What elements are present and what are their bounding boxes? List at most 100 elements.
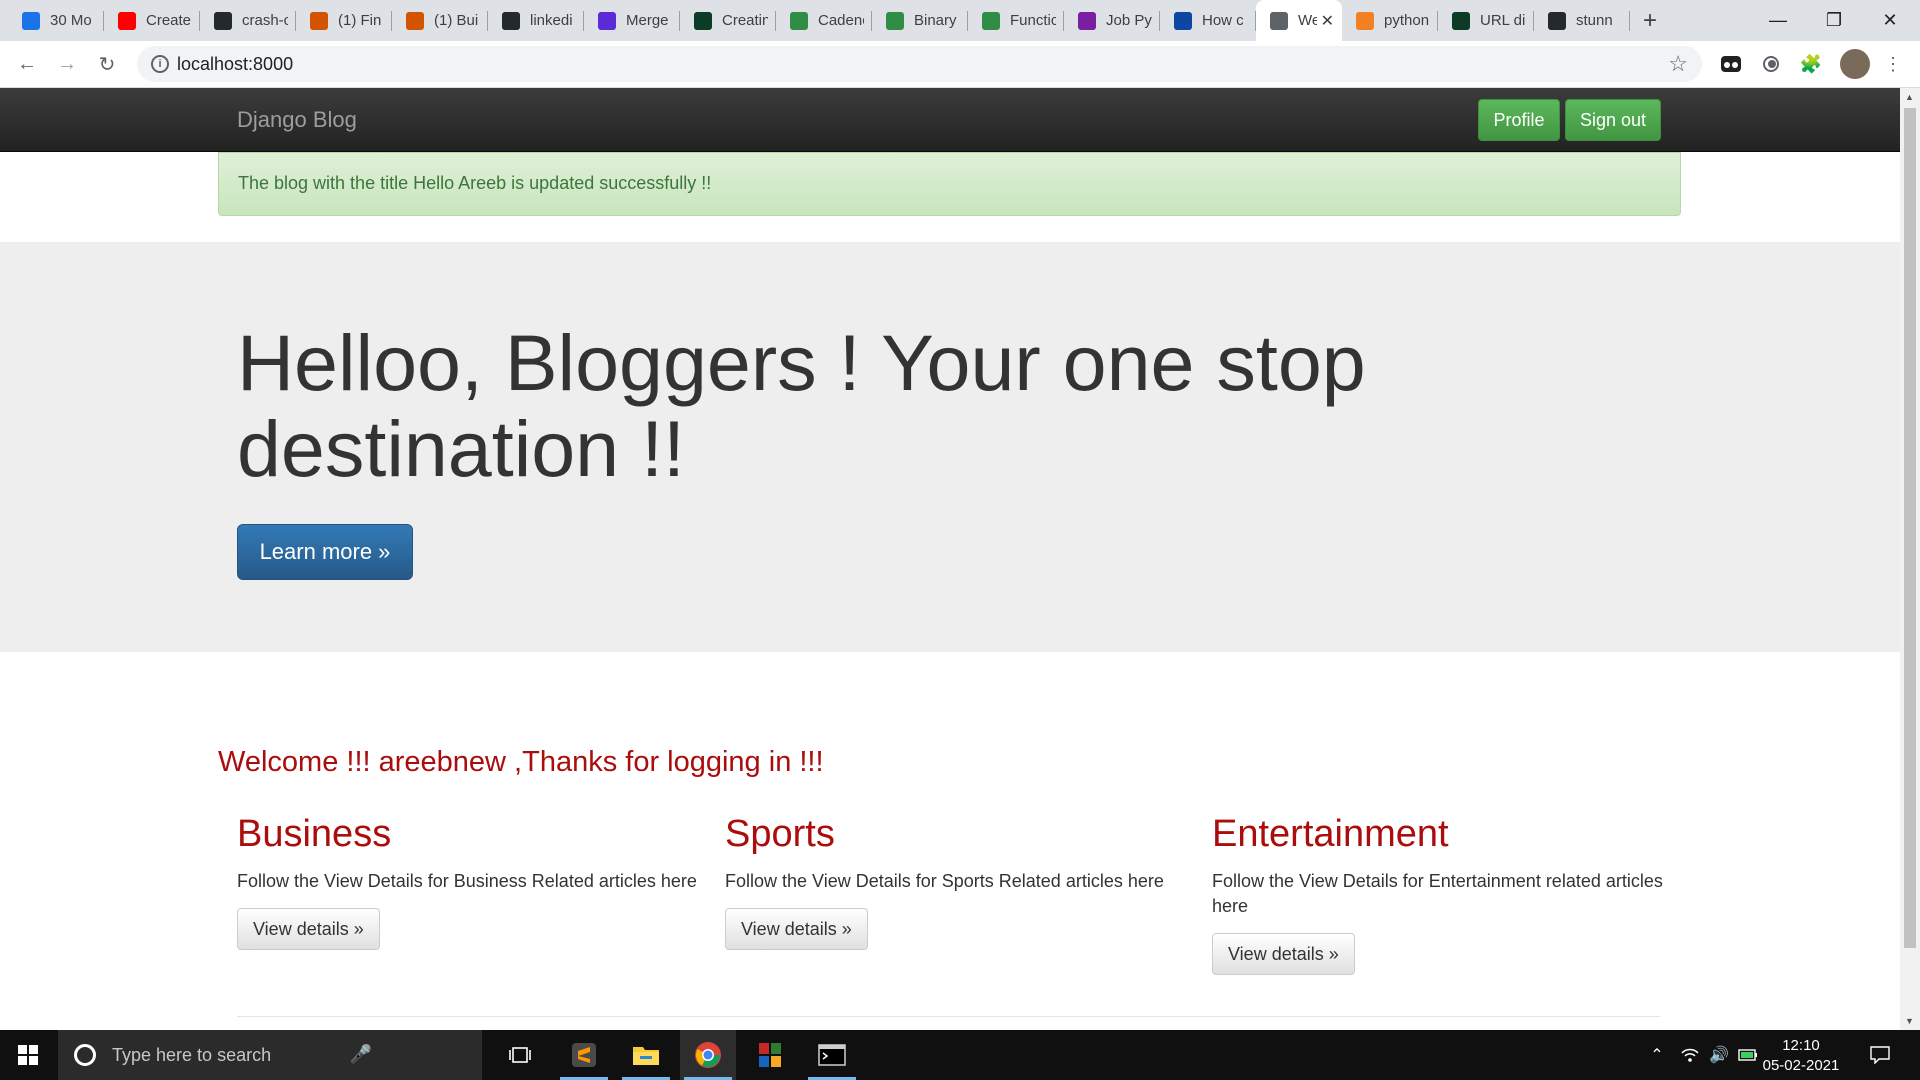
section-description: Follow the View Details for Business Rel… [237, 871, 697, 891]
dj-icon [694, 11, 712, 30]
section-title: Business [237, 813, 392, 855]
browser-tab[interactable]: 30 Mo [8, 0, 104, 41]
gfg-icon [982, 11, 1000, 30]
browser-tab[interactable]: We ✕ [1256, 0, 1342, 41]
forward-arrow-icon[interactable]: → [52, 49, 82, 79]
back-arrow-icon[interactable]: ← [12, 49, 42, 79]
site-info-icon[interactable]: i [151, 55, 169, 73]
windows-logo-icon [18, 1045, 38, 1065]
extension-icon[interactable] [1718, 51, 1744, 77]
scrollbar-thumb[interactable] [1904, 108, 1916, 948]
clock-time: 12:10 [1782, 1037, 1820, 1054]
tab-title: We [1298, 12, 1317, 29]
welcome-message: Welcome !!! areebnew ,Thanks for logging… [218, 746, 824, 778]
scroll-down-icon[interactable]: ▼ [1905, 1016, 1914, 1026]
cortana-icon [74, 1044, 96, 1066]
profile-button[interactable]: Profile [1478, 99, 1560, 141]
section-description: Follow the View Details for Entertainmen… [1212, 871, 1663, 916]
terminal-icon[interactable] [804, 1030, 860, 1080]
file-explorer-icon[interactable] [618, 1030, 674, 1080]
tab-title: stunn [1576, 12, 1613, 29]
tab-title: Merge [626, 12, 669, 29]
github-icon [214, 11, 232, 30]
browser-tab[interactable]: stunn [1534, 0, 1630, 41]
tab-title: Create [146, 12, 192, 29]
browser-tab[interactable]: Job Pyt [1064, 0, 1160, 41]
taskbar-search[interactable]: Type here to search 🎤 [58, 1030, 482, 1080]
site-brand[interactable]: Django Blog [237, 107, 357, 133]
browser-tab[interactable]: crash-c [200, 0, 296, 41]
wifi-icon[interactable] [1677, 1030, 1703, 1080]
browser-tab[interactable]: URL di [1438, 0, 1534, 41]
scroll-up-icon[interactable]: ▲ [1905, 92, 1914, 102]
browser-tab[interactable]: Creatin [680, 0, 776, 41]
address-bar[interactable]: i localhost:8000 ☆ [137, 46, 1702, 82]
tab-title: Creatin [722, 12, 768, 29]
taskbar-clock[interactable]: 12:10 05-02-2021 [1760, 1036, 1842, 1076]
browser-toolbar: ← → ↻ i localhost:8000 ☆ 🧩 ⋮ [0, 41, 1920, 88]
close-tab-icon[interactable]: ✕ [1321, 11, 1334, 31]
page-scrollbar[interactable]: ▲ ▼ [1900, 88, 1920, 1030]
browser-tab[interactable]: Cadenc [776, 0, 872, 41]
bookmark-star-icon[interactable]: ☆ [1668, 51, 1688, 77]
browser-tab[interactable]: Binary [872, 0, 968, 41]
windows-taskbar: Type here to search 🎤 ⌃ 🔊 12:10 05-02-20… [0, 1030, 1920, 1080]
browser-tab[interactable]: Create [104, 0, 200, 41]
url-text: localhost:8000 [177, 54, 294, 74]
tab-title: linkedi [530, 12, 573, 29]
stackoverflow-icon [1356, 11, 1374, 30]
show-hidden-icons-chevron-icon[interactable]: ⌃ [1645, 1030, 1669, 1080]
minimize-icon[interactable]: — [1750, 0, 1806, 41]
battery-icon[interactable] [1736, 1030, 1760, 1080]
view-details-button[interactable]: View details » [237, 908, 380, 950]
browser-tab[interactable]: Merge [584, 0, 680, 41]
gfg-icon [886, 11, 904, 30]
tab-title: (1) Bui [434, 12, 479, 29]
dj-icon [1452, 11, 1470, 30]
volume-icon[interactable]: 🔊 [1706, 1030, 1732, 1080]
jumbotron: Helloo, Bloggers ! Your one stop destina… [0, 242, 1900, 652]
learn-more-button[interactable]: Learn more » [237, 524, 413, 580]
tab-title: Job Pyt [1106, 12, 1152, 29]
tab-title: crash-c [242, 12, 288, 29]
divider [237, 1016, 1660, 1017]
youtube-icon [118, 11, 136, 30]
close-window-icon[interactable]: ✕ [1862, 0, 1918, 41]
chrome-icon[interactable] [680, 1030, 736, 1080]
task-view-icon[interactable] [492, 1030, 548, 1080]
browser-tab[interactable]: Functic [968, 0, 1064, 41]
browser-tab[interactable]: python [1342, 0, 1438, 41]
new-tab-button[interactable]: + [1630, 0, 1670, 41]
browser-tab[interactable]: (1) Bui [392, 0, 488, 41]
m-logo-icon [598, 11, 616, 30]
sublime-text-icon[interactable] [556, 1030, 612, 1080]
view-details-button[interactable]: View details » [725, 908, 868, 950]
browser-tab[interactable]: (1) Fin [296, 0, 392, 41]
section-entertainment: Entertainment Follow the View Details fo… [1212, 813, 1674, 975]
profile-avatar[interactable] [1840, 49, 1870, 79]
reload-icon[interactable]: ↻ [92, 49, 122, 79]
view-details-button[interactable]: View details » [1212, 933, 1355, 975]
restore-icon[interactable]: ❐ [1806, 0, 1862, 41]
hero-heading: Helloo, Bloggers ! Your one stop destina… [237, 318, 1366, 493]
sign-out-button[interactable]: Sign out [1565, 99, 1661, 141]
page-viewport: Django Blog Profile Sign out The blog wi… [0, 88, 1900, 1030]
start-button[interactable] [0, 1030, 56, 1080]
section-title: Entertainment [1212, 813, 1449, 855]
extension-circle-icon[interactable] [1758, 51, 1784, 77]
browser-tab[interactable]: linkedi [488, 0, 584, 41]
tab-list: 30 Mo Create crash-c (1) Fin (1) Bui linkedi M… [8, 0, 1630, 41]
microphone-icon[interactable]: 🎤 [350, 1044, 372, 1065]
site-navbar: Django Blog Profile Sign out [0, 88, 1900, 152]
notifications-icon[interactable] [1862, 1030, 1898, 1080]
tab-title: URL di [1480, 12, 1526, 29]
browser-tab[interactable]: How c [1160, 0, 1256, 41]
circle-d-icon [22, 11, 40, 30]
menu-kebab-icon[interactable]: ⋮ [1880, 51, 1906, 77]
github-icon [1548, 11, 1566, 30]
browser-tab-strip: 30 Mo Create crash-c (1) Fin (1) Bui linkedi M… [0, 0, 1920, 41]
winrar-icon[interactable] [742, 1030, 798, 1080]
tab-title: (1) Fin [338, 12, 382, 29]
extensions-puzzle-icon[interactable]: 🧩 [1798, 51, 1824, 77]
section-business: Business Follow the View Details for Bus… [237, 813, 699, 950]
